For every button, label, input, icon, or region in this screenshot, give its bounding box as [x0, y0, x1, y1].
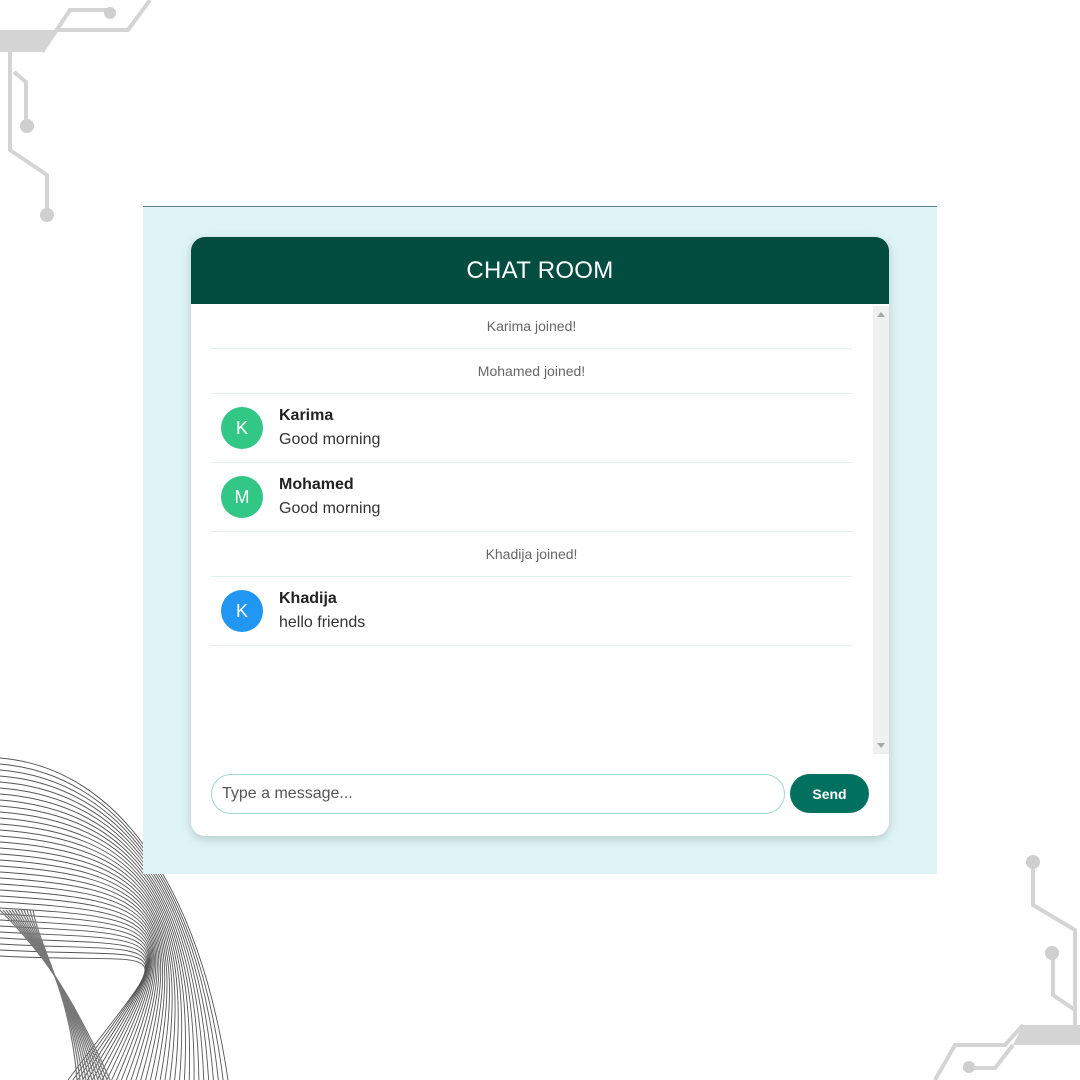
message-list: Karima joined! Mohamed joined! K Karima …	[211, 304, 852, 646]
system-message-text: Khadija joined!	[485, 546, 578, 562]
system-message: Mohamed joined!	[211, 349, 852, 394]
avatar: M	[221, 476, 263, 518]
system-message-text: Mohamed joined!	[477, 363, 586, 379]
message-input[interactable]	[211, 774, 785, 814]
scrollbar[interactable]	[873, 306, 889, 754]
chat-message: K Khadija hello friends	[211, 577, 852, 646]
message-author: Karima	[279, 407, 334, 424]
message-author: Khadija	[279, 590, 337, 607]
system-message: Khadija joined!	[211, 532, 852, 577]
circuit-decoration-bottom-right	[925, 850, 1080, 1080]
chat-header: CHAT ROOM	[191, 237, 889, 304]
message-text: Good morning	[279, 431, 381, 448]
message-author: Mohamed	[279, 476, 354, 493]
chat-message: M Mohamed Good morning	[211, 463, 852, 532]
avatar-initial: M	[234, 486, 250, 507]
chat-message: K Karima Good morning	[211, 394, 852, 463]
chat-card: CHAT ROOM Karima joined! Mohamed joined!…	[191, 237, 889, 836]
circuit-decoration-top-left	[0, 0, 170, 230]
composer: Send	[211, 774, 869, 814]
message-text: hello friends	[279, 614, 366, 631]
message-text: Good morning	[279, 500, 381, 517]
system-message-text: Karima joined!	[486, 318, 577, 334]
scroll-up-arrow-icon[interactable]	[877, 312, 885, 317]
app-frame: CHAT ROOM Karima joined! Mohamed joined!…	[143, 206, 937, 874]
system-message: Karima joined!	[211, 304, 852, 349]
avatar-initial: K	[235, 600, 248, 621]
message-area[interactable]: Karima joined! Mohamed joined! K Karima …	[191, 304, 889, 754]
send-button[interactable]: Send	[790, 774, 869, 813]
avatar-initial: K	[235, 417, 248, 438]
scroll-down-arrow-icon[interactable]	[877, 743, 885, 748]
chat-title: CHAT ROOM	[466, 256, 614, 284]
avatar: K	[221, 407, 263, 449]
avatar: K	[221, 590, 263, 632]
